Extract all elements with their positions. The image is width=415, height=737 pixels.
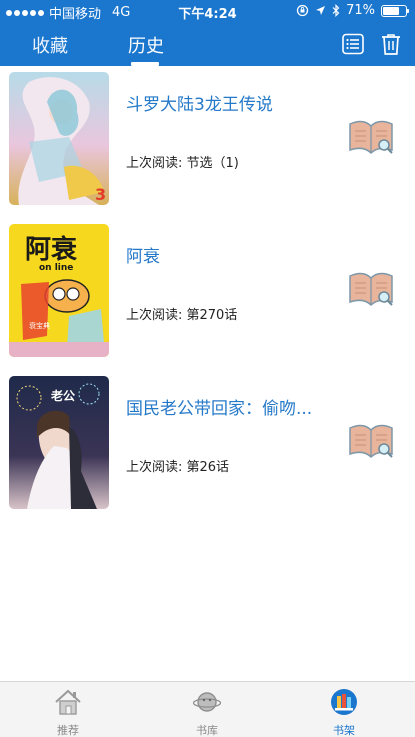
tabbar-label: 书库 — [196, 724, 218, 737]
history-item-1[interactable]: 3 斗罗大陆3龙王传说 上次阅读: 节选（1) — [0, 66, 415, 218]
location-icon — [316, 6, 326, 15]
open-book-icon[interactable] — [347, 269, 395, 309]
house-icon — [55, 689, 81, 715]
comic-title[interactable]: 阿衰 — [126, 242, 160, 267]
comic-title[interactable]: 斗罗大陆3龙王传说 — [126, 90, 273, 115]
planet-icon — [193, 692, 221, 712]
trash-icon[interactable] — [379, 32, 403, 56]
rotation-lock-icon — [296, 4, 309, 17]
history-screen: 中国移动 4G 下午4:24 71% 收藏 历史 3 斗罗大陆3龙王传说 上次阅… — [0, 0, 415, 737]
comic-cover-image[interactable]: 3 — [9, 72, 109, 205]
comic-title[interactable]: 国民老公带回家：偷吻... — [126, 394, 312, 419]
last-read-text: 上次阅读: 第270话 — [126, 308, 238, 323]
tab-favorites[interactable]: 收藏 — [32, 32, 68, 58]
status-bar: 中国移动 4G 下午4:24 71% — [0, 0, 415, 22]
open-book-icon[interactable] — [347, 117, 395, 157]
battery-level — [383, 6, 399, 15]
battery-percent: 71% — [346, 3, 375, 18]
app-header: 中国移动 4G 下午4:24 71% 收藏 历史 — [0, 0, 415, 66]
history-item-3[interactable]: 老公 国民老公带回家：偷吻... 上次阅读: 第26话 — [0, 370, 415, 522]
last-read-text: 上次阅读: 节选（1) — [126, 156, 239, 171]
tabbar-item-library[interactable]: 书库 — [167, 682, 247, 737]
tab-history[interactable]: 历史 — [128, 32, 164, 58]
comic-cover-image[interactable]: 老公 — [9, 376, 109, 509]
tabbar-item-bookshelf[interactable]: 书架 — [304, 682, 384, 737]
svg-text:衰宝典: 衰宝典 — [29, 321, 50, 330]
battery-icon — [381, 4, 409, 17]
comic-cover-image[interactable]: 阿衰 on line 衰宝典 — [9, 224, 109, 357]
tabbar-label: 书架 — [333, 724, 355, 737]
bottom-tab-bar: 推荐 书库 书架 — [0, 681, 415, 737]
header-tabs: 收藏 历史 — [0, 22, 300, 66]
tabbar-label: 推荐 — [57, 724, 79, 737]
last-read-text: 上次阅读: 第26话 — [126, 460, 230, 475]
list-icon[interactable] — [341, 32, 365, 56]
bookshelf-icon — [331, 689, 357, 715]
svg-text:on line: on line — [39, 263, 73, 273]
bluetooth-icon — [332, 4, 340, 17]
status-right: 71% — [296, 3, 409, 18]
svg-text:阿衰: 阿衰 — [25, 234, 78, 265]
svg-text:3: 3 — [95, 185, 106, 204]
history-item-2[interactable]: 阿衰 on line 衰宝典 阿衰 上次阅读: 第270话 — [0, 218, 415, 370]
tabbar-item-recommend[interactable]: 推荐 — [28, 682, 108, 737]
svg-text:老公: 老公 — [51, 388, 75, 403]
open-book-icon[interactable] — [347, 421, 395, 461]
